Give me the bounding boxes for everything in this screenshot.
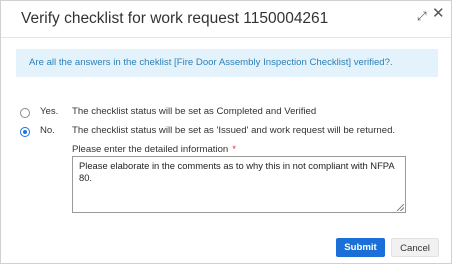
radio-no[interactable] — [20, 127, 30, 137]
required-marker: * — [232, 144, 236, 155]
option-no-label[interactable]: No. — [40, 125, 55, 136]
dialog-header: Verify checklist for work request 115000… — [1, 1, 451, 37]
close-icon[interactable]: ✕ — [432, 6, 445, 21]
option-no-description: The checklist status will be set as 'Iss… — [72, 125, 396, 136]
option-yes-label[interactable]: Yes. — [40, 106, 58, 117]
details-textarea[interactable]: Please elaborate in the comments as to w… — [72, 156, 406, 213]
details-text: Please elaborate in the comments as to w… — [79, 160, 397, 183]
details-label: Please enter the detailed information * — [72, 144, 236, 155]
expand-icon[interactable]: ⤢ — [417, 9, 427, 23]
dialog-title: Verify checklist for work request 115000… — [21, 10, 329, 27]
option-yes-description: The checklist status will be set as Comp… — [72, 106, 317, 117]
info-banner: Are all the answers in the cheklist [Fir… — [16, 49, 438, 77]
resize-handle[interactable] — [397, 204, 404, 211]
header-divider — [1, 37, 451, 38]
submit-button[interactable]: Submit — [336, 238, 385, 257]
radio-yes[interactable] — [20, 108, 30, 118]
cancel-button[interactable]: Cancel — [391, 238, 439, 257]
verify-checklist-dialog: Verify checklist for work request 115000… — [0, 0, 452, 264]
